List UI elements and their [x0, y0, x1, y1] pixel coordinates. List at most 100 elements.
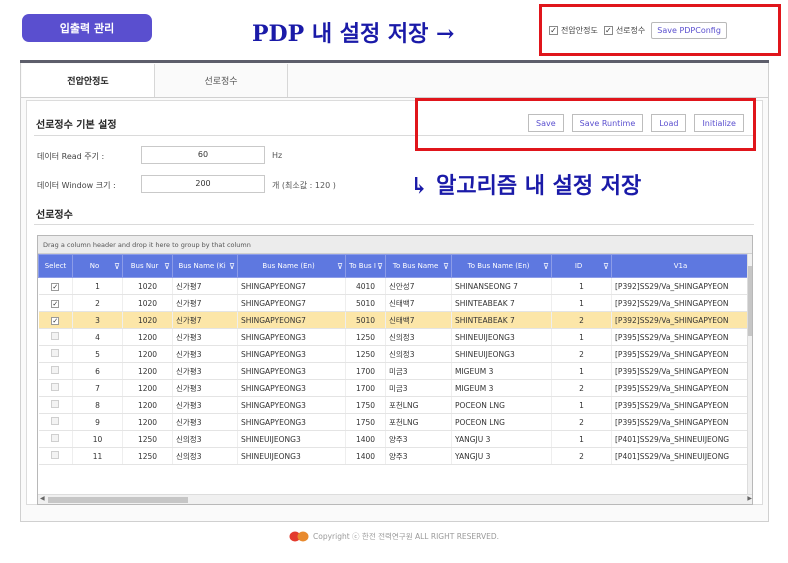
row-checkbox[interactable] — [51, 349, 60, 357]
column-header-bus-name-ko[interactable]: Bus Name (Ki ⊽ — [172, 254, 238, 278]
row-checkbox[interactable] — [51, 400, 60, 408]
kepco-logo-icon — [289, 531, 309, 542]
checkbox-label: 선로정수 — [615, 25, 646, 35]
column-header-to-bus[interactable]: To Bus I ⊽ — [345, 254, 386, 278]
horizontal-scrollbar[interactable]: ◀ ▶ — [38, 494, 752, 504]
column-header-bus-name-en[interactable]: Bus Name (En) ⊽ — [237, 254, 346, 278]
top-divider — [20, 60, 769, 63]
save-button[interactable]: Save — [528, 114, 564, 132]
cell-to-bus: 1750 — [345, 413, 386, 431]
row-checkbox[interactable]: ✓ — [51, 316, 60, 325]
row-checkbox[interactable]: ✓ — [51, 282, 60, 291]
column-header-id[interactable]: ID ⊽ — [551, 254, 612, 278]
table-row[interactable]: ✓ 3 1020 신가평7 SHINGAPYEONG7 5010 신태백7 SHINTEABE… — [38, 311, 750, 329]
row-checkbox[interactable] — [51, 417, 60, 425]
table-row[interactable]: 11 1250 신의정3 SHINEUIJEONG3 1400 양주3 YANGJU 3 2[… — [38, 447, 750, 465]
cell-bus-name-ko: 신가평7 — [172, 277, 238, 295]
annotation-pdp-save: PDP 내 설정 저장 → — [252, 21, 455, 47]
cell-bus-name-ko: 신가평3 — [172, 345, 238, 363]
filter-icon[interactable]: ⊽ — [603, 262, 609, 271]
table-row[interactable]: ✓ 1 1020 신가평7 SHINGAPYEONG7 4010 신안성7 SHINANSEO… — [38, 277, 750, 295]
table-row[interactable]: 7 1200 신가평3 SHINGAPYEONG3 1700 미금3 MIGEUM 3 2 [P… — [38, 379, 750, 397]
cell-select — [38, 430, 73, 448]
settings-button-row: Save Save Runtime Load Initialize — [528, 114, 744, 132]
column-header-to-bus-name[interactable]: To Bus Name ⊽ — [385, 254, 452, 278]
cell-bus-name-ko: 신가평3 — [172, 379, 238, 397]
cell-bus-name-en: SHINGAPYEONG7 — [237, 277, 346, 295]
cell-no: 9 — [72, 413, 123, 431]
save-pdpconfig-button[interactable]: Save PDPConfig — [651, 21, 727, 39]
filter-icon[interactable]: ⊽ — [114, 262, 120, 271]
row-checkbox[interactable] — [51, 332, 60, 340]
filter-icon[interactable]: ⊽ — [377, 262, 383, 271]
cell-to-bus-name: 신의정3 — [385, 328, 452, 346]
cell-to-bus-name: 신안성7 — [385, 277, 452, 295]
cell-no: 4 — [72, 328, 123, 346]
filter-icon[interactable]: ⊽ — [543, 262, 549, 271]
tab-line-constant[interactable]: 선로정수 — [155, 64, 288, 97]
column-header-to-bus-name-en[interactable]: To Bus Name (En) ⊽ — [451, 254, 552, 278]
filter-icon[interactable]: ⊽ — [443, 262, 449, 271]
read-period-input[interactable]: 60 — [141, 146, 265, 164]
cell-id: 1 — [551, 430, 612, 448]
table-row[interactable]: 6 1200 신가평3 SHINGAPYEONG3 1700 미금3 MIGEUM 3 1 [P… — [38, 362, 750, 380]
filter-icon[interactable]: ⊽ — [229, 262, 235, 271]
cell-to-bus-name-en: MIGEUM 3 — [451, 379, 552, 397]
table-row[interactable]: ✓ 2 1020 신가평7 SHINGAPYEONG7 5010 신태백7 SHINTEABE… — [38, 294, 750, 312]
cell-to-bus-name: 포천LNG — [385, 396, 452, 414]
row-checkbox[interactable] — [51, 383, 60, 391]
cell-bus-num: 1020 — [122, 311, 173, 329]
column-header-bus-num[interactable]: Bus Nur ⊽ — [122, 254, 173, 278]
cell-to-bus-name: 양주3 — [385, 447, 452, 465]
vertical-scrollbar[interactable] — [747, 254, 752, 494]
initialize-button[interactable]: Initialize — [694, 114, 744, 132]
filter-icon[interactable]: ⊽ — [164, 262, 170, 271]
filter-icon[interactable]: ⊽ — [337, 262, 343, 271]
window-size-unit: 개 (최소값 : 120 ) — [272, 181, 336, 190]
cell-v1a: [P395]SS29/Va_SHINGAPYEON — [611, 362, 750, 380]
cell-to-bus-name: 포천LNG — [385, 413, 452, 431]
table-row[interactable]: 4 1200 신가평3 SHINGAPYEONG3 1250 신의정3 SHINEUIJEO… — [38, 328, 750, 346]
column-header-v1a[interactable]: V1a — [611, 254, 750, 278]
cell-to-bus: 1750 — [345, 396, 386, 414]
grid-title: 선로정수 — [36, 210, 73, 221]
table-row[interactable]: 8 1200 신가평3 SHINGAPYEONG3 1750 포천LNG POCEON LN… — [38, 396, 750, 414]
group-by-bar[interactable]: Drag a column header and drop it here to… — [38, 236, 752, 254]
cell-select: ✓ — [38, 294, 73, 312]
cell-to-bus-name: 신의정3 — [385, 345, 452, 363]
io-management-button[interactable]: 입출력 관리 — [22, 14, 152, 42]
row-checkbox[interactable] — [51, 451, 60, 459]
cell-select — [38, 345, 73, 363]
voltage-stability-checkbox[interactable]: ✓ 전압안정도 — [549, 25, 598, 36]
cell-no: 10 — [72, 430, 123, 448]
cell-bus-name-ko: 신가평7 — [172, 294, 238, 312]
window-size-input[interactable]: 200 — [141, 175, 265, 193]
column-label: To Bus I — [349, 261, 376, 270]
tab-bar: 전압안정도 선로정수 — [22, 64, 288, 97]
cell-v1a: [P395]SS29/Va_SHINGAPYEON — [611, 413, 750, 431]
table-row[interactable]: 5 1200 신가평3 SHINGAPYEONG3 1250 신의정3 SHINEUIJEO… — [38, 345, 750, 363]
row-checkbox[interactable]: ✓ — [51, 299, 60, 308]
cell-to-bus-name: 미금3 — [385, 362, 452, 380]
scroll-left-icon[interactable]: ◀ — [40, 495, 45, 502]
cell-to-bus: 1250 — [345, 328, 386, 346]
cell-bus-num: 1200 — [122, 328, 173, 346]
row-checkbox[interactable] — [51, 434, 60, 442]
column-header-select[interactable]: Select — [38, 254, 73, 278]
table-row[interactable]: 9 1200 신가평3 SHINGAPYEONG3 1750 포천LNG POCEON LN… — [38, 413, 750, 431]
line-constant-checkbox[interactable]: ✓ 선로정수 — [603, 25, 646, 36]
save-runtime-button[interactable]: Save Runtime — [571, 114, 644, 132]
column-header-no[interactable]: No ⊽ — [72, 254, 123, 278]
load-button[interactable]: Load — [651, 114, 687, 132]
tab-voltage-stability[interactable]: 전압안정도 — [22, 64, 155, 97]
scroll-thumb[interactable] — [748, 266, 752, 336]
cell-no: 5 — [72, 345, 123, 363]
scroll-thumb[interactable] — [48, 497, 188, 503]
column-label: Select — [44, 262, 67, 270]
table-row[interactable]: 10 1250 신의정3 SHINEUIJEONG3 1400 양주3 YANGJU 3 1[… — [38, 430, 750, 448]
cell-no: 7 — [72, 379, 123, 397]
row-checkbox[interactable] — [51, 366, 60, 374]
annotation-algorithm-save: ↳ 알고리즘 내 설정 저장 — [410, 173, 642, 199]
cell-id: 2 — [551, 345, 612, 363]
scroll-right-icon[interactable]: ▶ — [747, 495, 752, 502]
